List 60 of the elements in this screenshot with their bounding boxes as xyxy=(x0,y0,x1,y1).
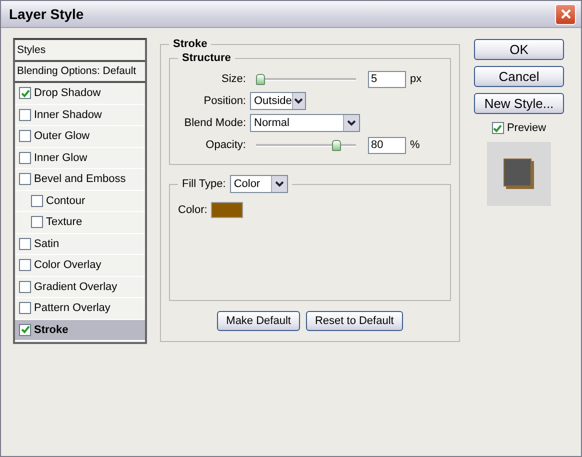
caret-icon xyxy=(294,98,304,104)
checkbox[interactable] xyxy=(31,194,43,207)
effect-list-item[interactable]: Inner Glow xyxy=(15,148,145,169)
checkbox[interactable] xyxy=(19,87,31,100)
field-label: Position: xyxy=(202,95,246,107)
check-icon xyxy=(20,88,30,98)
effect-list-item[interactable]: Inner Shadow xyxy=(15,104,145,126)
field-label: Size: xyxy=(220,73,246,85)
caret-icon xyxy=(274,181,284,187)
effect-list-item[interactable]: Bevel and Emboss xyxy=(15,169,145,190)
window-title: Layer Style xyxy=(9,6,84,22)
action-button[interactable]: New Style... xyxy=(474,93,564,114)
field-label: Blend Mode: xyxy=(183,117,246,129)
effect-list-item[interactable]: Stroke xyxy=(15,320,145,341)
action-button[interactable]: OK xyxy=(474,39,564,60)
checkbox[interactable] xyxy=(492,122,504,134)
number-field[interactable]: 80 xyxy=(368,136,406,154)
close-button[interactable] xyxy=(555,4,576,24)
dialog-button[interactable]: Reset to Default xyxy=(306,311,403,331)
checkbox[interactable] xyxy=(19,324,31,336)
checkbox[interactable] xyxy=(19,173,31,186)
action-button[interactable]: Cancel xyxy=(474,66,564,87)
checkbox-label: Preview xyxy=(506,122,546,134)
check-icon xyxy=(20,325,30,334)
effect-list-item[interactable]: Outer Glow xyxy=(15,126,145,148)
effect-list-item[interactable]: Contour xyxy=(15,190,145,212)
slider-thumb[interactable] xyxy=(256,74,265,84)
effect-list-item[interactable]: Gradient Overlay xyxy=(15,276,145,298)
styles-list-header[interactable]: Blending Options: Default xyxy=(15,62,145,83)
effect-list-item[interactable]: Texture xyxy=(15,212,145,234)
dialog-button[interactable]: Make Default xyxy=(217,311,300,331)
field-label: Opacity: xyxy=(204,139,246,151)
checkbox[interactable] xyxy=(19,130,31,142)
close-icon xyxy=(560,8,572,20)
effect-list-item[interactable]: Satin xyxy=(15,234,145,255)
effect-list-item[interactable]: Drop Shadow xyxy=(15,83,145,104)
checkbox[interactable] xyxy=(19,108,31,121)
effect-list-item[interactable]: Color Overlay xyxy=(15,255,145,276)
checkbox[interactable] xyxy=(19,302,31,314)
blend-mode-dropdown[interactable]: Normal xyxy=(250,114,360,132)
fill-type-dropdown[interactable]: Color xyxy=(230,175,288,193)
styles-list-header[interactable]: Styles xyxy=(15,40,145,62)
group-title: Stroke xyxy=(172,38,208,50)
group-title: Structure xyxy=(181,52,232,64)
check-icon xyxy=(493,124,502,132)
slider-thumb[interactable] xyxy=(332,140,340,150)
position-dropdown[interactable]: Outside xyxy=(250,92,306,110)
square-preview-icon xyxy=(502,157,536,191)
checkbox[interactable] xyxy=(19,280,31,293)
checkbox[interactable] xyxy=(31,216,43,228)
field-label: Fill Type: xyxy=(182,178,226,190)
field-label: Color: xyxy=(178,204,208,216)
caret-icon xyxy=(347,120,356,126)
checkbox[interactable] xyxy=(19,152,31,164)
checkbox[interactable] xyxy=(19,259,31,272)
color-swatch[interactable] xyxy=(211,202,244,218)
checkbox[interactable] xyxy=(19,238,31,250)
unit-label: % xyxy=(410,139,420,151)
unit-label: px xyxy=(410,73,422,85)
number-field[interactable]: 5 xyxy=(368,70,406,88)
